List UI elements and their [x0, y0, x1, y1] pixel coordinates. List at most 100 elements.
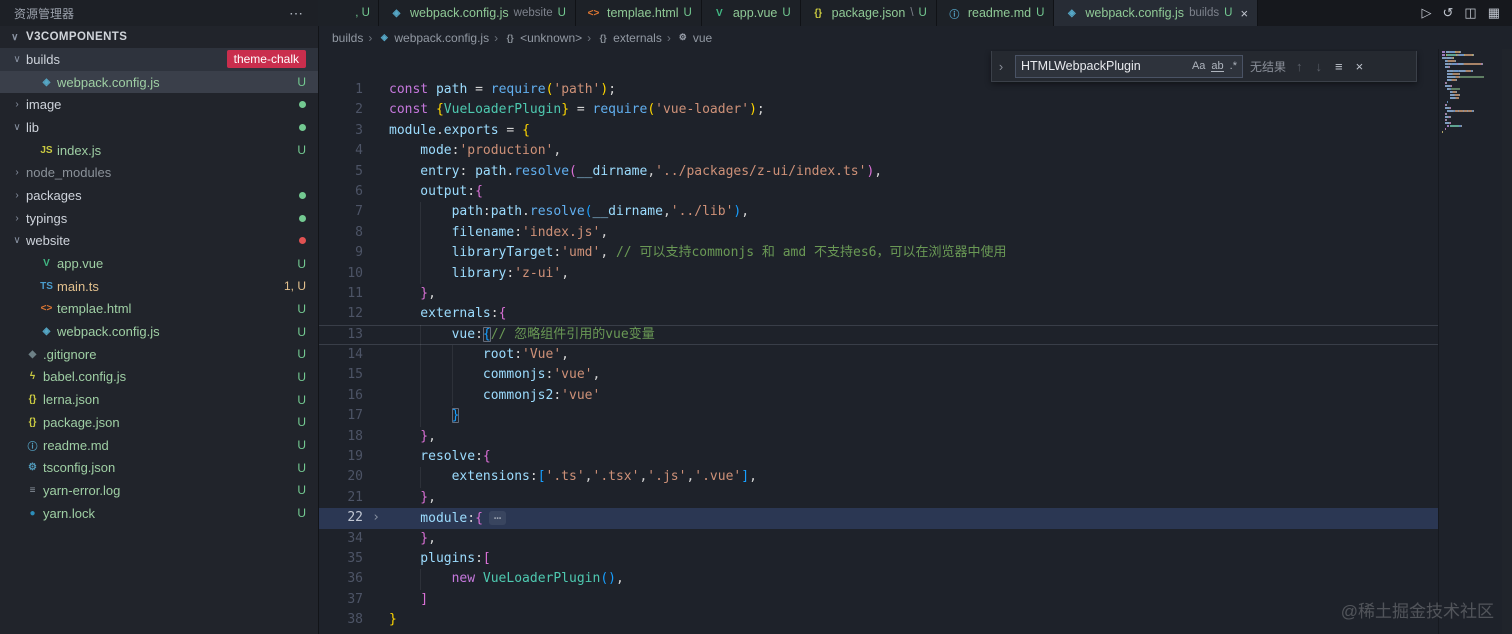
line-number[interactable]: 5 — [319, 162, 363, 182]
breadcrumb-item[interactable]: {} externals — [596, 31, 662, 45]
breadcrumb-item[interactable]: builds — [332, 31, 363, 45]
line-number[interactable]: 37 — [319, 590, 363, 610]
more-actions-icon[interactable]: ⋯ — [289, 5, 304, 22]
line-number[interactable]: 2 — [319, 100, 363, 120]
tree-folder-builds[interactable]: ∨ builds theme-chalk — [0, 48, 318, 71]
code-line[interactable]: 5 entry: path.resolve(__dirname,'../packa… — [319, 162, 1438, 182]
code-line[interactable]: 19 resolve:{ — [319, 447, 1438, 467]
breadcrumb-item[interactable]: ◈ webpack.config.js — [377, 31, 489, 45]
tab[interactable]: ◈ webpack.config.js website U — [379, 0, 576, 26]
tab[interactable]: {} package.json \ U — [800, 0, 937, 26]
tree-file-main.ts[interactable]: TS main.ts 1, U — [0, 275, 318, 298]
tree-file-app.vue[interactable]: Vapp.vue U — [0, 252, 318, 275]
tree-file-yarn.lock[interactable]: ● yarn.lock U — [0, 502, 318, 525]
code-line[interactable]: 8 filename:'index.js', — [319, 222, 1438, 244]
run-icon[interactable]: ▷ — [1422, 5, 1432, 21]
tree-folder-image[interactable]: › image — [0, 93, 318, 116]
tree-folder-lib[interactable]: ∨ lib — [0, 116, 318, 139]
tree-file-webpack.config.js[interactable]: ◈ webpack.config.js U — [0, 320, 318, 343]
code-line[interactable]: 12 externals:{ — [319, 304, 1438, 324]
match-case-icon[interactable]: Aa — [1192, 60, 1205, 72]
tree-file-yarn-error.log[interactable]: ≡ yarn-error.log U — [0, 479, 318, 502]
code-line[interactable]: 6 output:{ — [319, 182, 1438, 202]
tree-file-.gitignore[interactable]: ◆ .gitignore U — [0, 343, 318, 366]
breadcrumb-item[interactable]: ⚙ vue — [676, 31, 712, 45]
line-number[interactable]: 14 — [319, 345, 363, 365]
code-line[interactable]: 18}, — [319, 427, 1438, 447]
code-line[interactable]: 16 commonjs2:'vue' — [319, 385, 1438, 407]
split-editor-icon[interactable]: ◫ — [1464, 5, 1476, 21]
tree-file-tsconfig.json[interactable]: ⚙ tsconfig.json U — [0, 456, 318, 479]
line-number[interactable]: 22 — [319, 508, 363, 528]
code-line[interactable]: 14 root:'Vue', — [319, 345, 1438, 366]
tab-close-icon[interactable]: × — [1240, 6, 1248, 21]
code-line[interactable]: 4 mode:'production', — [319, 141, 1438, 161]
code-line[interactable]: 15 commonjs:'vue', — [319, 365, 1438, 386]
find-expand-icon[interactable]: › — [994, 59, 1008, 74]
code-line[interactable]: 38} — [319, 610, 1438, 630]
tab[interactable]: ⓘ readme.md U — [936, 0, 1055, 26]
tab[interactable]: Vapp.vue U — [701, 0, 801, 26]
code-line[interactable]: 35 plugins:[ — [319, 549, 1438, 569]
line-number[interactable]: 9 — [319, 243, 363, 263]
tree-file-babel.config.js[interactable]: ϟ babel.config.js U — [0, 366, 318, 389]
whole-word-icon[interactable]: ab — [1211, 60, 1224, 72]
code-line[interactable]: 9 libraryTarget:'umd', // 可以支持commonjs 和 … — [319, 243, 1438, 264]
code-area[interactable]: 1 const path = require('path'); 2 const {Vu… — [319, 49, 1438, 634]
code-line[interactable]: 20 extensions:['.ts','.tsx','.js','.vue']… — [319, 467, 1438, 488]
line-number[interactable]: 10 — [319, 264, 363, 284]
line-number[interactable]: 13 — [319, 325, 363, 345]
previous-match-icon[interactable]: ↑ — [1293, 59, 1306, 74]
tree-folder-node_modules[interactable]: › node_modules — [0, 161, 318, 184]
line-number[interactable]: 11 — [319, 284, 363, 304]
line-number[interactable]: 35 — [319, 549, 363, 569]
tree-file-readme.md[interactable]: ⓘ readme.md U — [0, 434, 318, 457]
regex-icon[interactable]: .* — [1230, 60, 1237, 72]
tree-file-index.js[interactable]: JS index.js U — [0, 139, 318, 162]
code-line[interactable]: 37] — [319, 590, 1438, 610]
code-line[interactable]: 10 library:'z-ui', — [319, 263, 1438, 284]
find-in-selection-icon[interactable]: ≡ — [1332, 59, 1346, 74]
line-number[interactable]: 19 — [319, 447, 363, 467]
tree-file-templae.html[interactable]: <> templae.html U — [0, 298, 318, 321]
line-number[interactable]: 34 — [319, 529, 363, 549]
code-line[interactable]: 17} — [319, 406, 1438, 427]
tree-folder-typings[interactable]: › typings — [0, 207, 318, 230]
code-line[interactable]: 11}, — [319, 284, 1438, 304]
line-number[interactable]: 12 — [319, 304, 363, 324]
tree-file-lerna.json[interactable]: {} lerna.json U — [0, 388, 318, 411]
code-line[interactable]: 22 › module:{⋯ — [319, 508, 1438, 529]
code-line[interactable]: 34}, — [319, 529, 1438, 549]
minimap[interactable] — [1438, 49, 1502, 634]
line-number[interactable]: 21 — [319, 488, 363, 508]
line-number[interactable]: 36 — [319, 569, 363, 589]
line-number[interactable]: 1 — [319, 80, 363, 100]
line-number[interactable]: 7 — [319, 202, 363, 222]
line-number[interactable]: 15 — [319, 365, 363, 385]
tab[interactable]: ◈ webpack.config.js builds U × — [1054, 0, 1259, 26]
history-icon[interactable]: ↺ — [1443, 5, 1454, 21]
code-line[interactable]: 21}, — [319, 488, 1438, 508]
tree-folder-packages[interactable]: › packages — [0, 184, 318, 207]
code-line[interactable]: 13 vue:{// 忽略组件引用的vue变量 — [319, 324, 1438, 346]
line-number[interactable]: 17 — [319, 406, 363, 426]
fold-chevron-icon[interactable]: › — [363, 508, 389, 528]
code-line[interactable]: 2 const {VueLoaderPlugin} = require('vue-… — [319, 100, 1438, 120]
tab[interactable]: , U — [318, 0, 379, 26]
line-number[interactable]: 4 — [319, 141, 363, 161]
tree-file-webpack.config.js[interactable]: ◈ webpack.config.js U — [0, 70, 318, 94]
tab[interactable]: <> templae.html U — [575, 0, 702, 26]
find-input[interactable]: HTMLWebpackPlugin Aa ab .* — [1015, 54, 1243, 78]
line-number[interactable]: 6 — [319, 182, 363, 202]
tree-file-package.json[interactable]: {} package.json U — [0, 411, 318, 434]
code-line[interactable]: 7 path:path.resolve(__dirname,'../lib'), — [319, 202, 1438, 223]
code-line[interactable]: 1 const path = require('path'); — [319, 80, 1438, 100]
line-number[interactable]: 20 — [319, 467, 363, 487]
line-number[interactable]: 16 — [319, 386, 363, 406]
line-number[interactable]: 38 — [319, 610, 363, 630]
line-number[interactable]: 8 — [319, 223, 363, 243]
breadcrumb-item[interactable]: {} <unknown> — [503, 31, 583, 45]
line-number[interactable]: 18 — [319, 427, 363, 447]
find-query-text[interactable]: HTMLWebpackPlugin — [1021, 59, 1186, 73]
close-find-icon[interactable]: × — [1353, 59, 1367, 74]
